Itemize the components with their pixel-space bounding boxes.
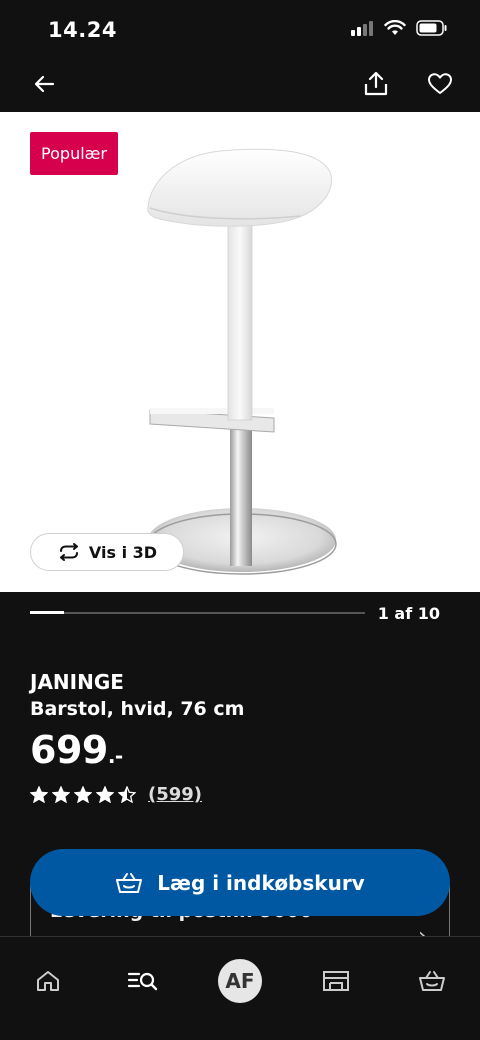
status-icons [350, 20, 448, 36]
view-3d-button[interactable]: Vis i 3D [30, 533, 184, 571]
share-icon [364, 71, 388, 96]
popular-badge: Populær [30, 132, 118, 175]
nav-search[interactable] [119, 957, 167, 1005]
store-icon [323, 971, 349, 991]
signal-icon [351, 21, 373, 36]
product-description: Barstol, hvid, 76 cm [30, 698, 245, 720]
back-button[interactable] [24, 64, 64, 104]
wifi-icon [384, 20, 406, 35]
bottom-nav: AF [0, 936, 480, 1040]
gallery-progress-fill [30, 611, 64, 614]
add-to-cart-label: Læg i indkøbskurv [157, 870, 365, 895]
rotate-3d-icon [59, 543, 78, 561]
gallery-progress [30, 611, 365, 614]
rating-count[interactable]: (599) [148, 784, 202, 805]
status-time: 14.24 [48, 18, 117, 42]
heart-icon [428, 73, 452, 94]
rating-stars [30, 786, 136, 803]
nav-stores[interactable] [312, 957, 360, 1005]
star-full-icon [30, 786, 48, 803]
favorite-button[interactable] [420, 64, 460, 104]
share-button[interactable] [356, 64, 396, 104]
basket-icon [419, 971, 445, 991]
gallery-counter: 1 af 10 [377, 604, 440, 623]
star-half-icon [118, 786, 136, 803]
star-full-icon [96, 786, 114, 803]
arrow-left-icon [34, 75, 55, 93]
view-3d-label: Vis i 3D [88, 542, 158, 562]
product-price: 699.- [30, 728, 123, 772]
price-value: 699 [30, 728, 108, 772]
nav-home[interactable] [24, 957, 72, 1005]
nav-cart[interactable] [408, 957, 456, 1005]
avatar: AF [218, 959, 262, 1003]
add-to-cart-button[interactable]: Læg i indkøbskurv [30, 849, 450, 916]
product-name: JANINGE [30, 670, 124, 694]
star-full-icon [52, 786, 70, 803]
star-full-icon [74, 786, 92, 803]
bar-stool-image [147, 148, 337, 575]
product-image[interactable] [0, 112, 480, 592]
basket-icon [116, 872, 143, 893]
battery-icon [416, 20, 447, 36]
nav-profile[interactable]: AF [216, 957, 264, 1005]
home-icon [37, 971, 59, 991]
price-suffix: .- [107, 744, 123, 768]
product-rating[interactable]: (599) [30, 784, 202, 805]
search-list-icon [127, 972, 158, 991]
